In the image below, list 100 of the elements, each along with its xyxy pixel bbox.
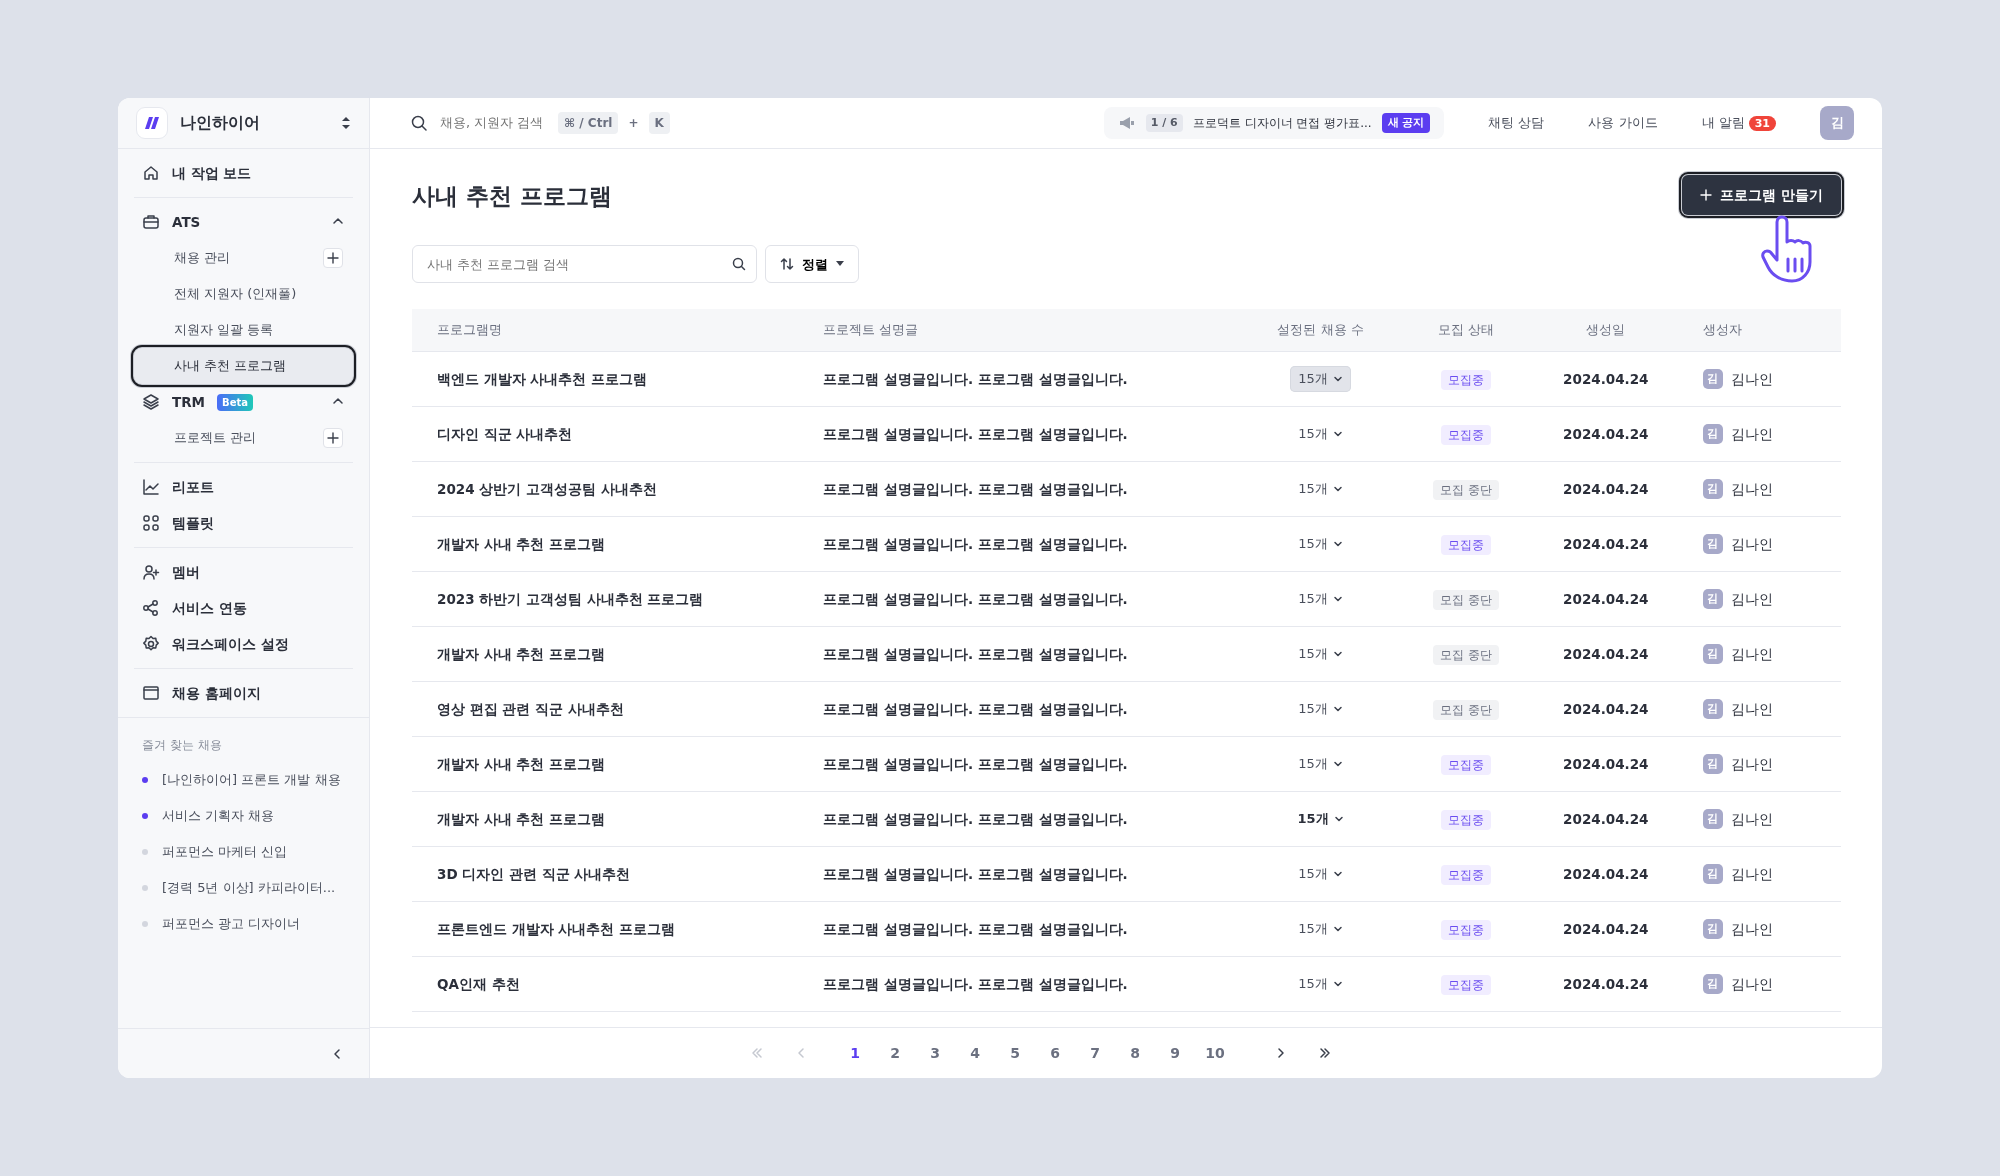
creator-name: 김나인 [1730,864,1773,884]
sort-updown-icon [341,116,351,130]
nav-label: 멤버 [172,562,200,582]
nav-subitem[interactable]: 지원자 일괄 등록 [174,320,274,340]
sort-button[interactable]: 정렬 [765,245,859,284]
count-dropdown[interactable]: 15개 [1289,806,1352,832]
new-notice-tag: 새 공지 [1381,113,1431,133]
add-button[interactable] [323,428,343,448]
double-chevron-right-icon [1318,1046,1332,1060]
nav-label: 채용 홈페이지 [172,683,261,703]
creator-name: 김나인 [1730,699,1773,719]
count-dropdown[interactable]: 15개 [1290,531,1351,557]
page-button[interactable]: 1 [837,1037,873,1069]
program-name-cell: 3D 디자인 관련 직군 사내추천 [412,846,823,902]
status-tag: 모집중 [1440,974,1491,995]
count-dropdown[interactable]: 15개 [1290,586,1351,612]
count-dropdown[interactable]: 15개 [1290,861,1351,887]
page-button[interactable]: 10 [1197,1037,1233,1069]
program-name-cell: 영상 편집 관련 직군 사내추천 [412,681,823,737]
page-button[interactable]: 8 [1117,1037,1153,1069]
status-tag: 모집 중단 [1432,589,1499,610]
creator-avatar: 김 [1702,973,1723,994]
creator-name: 김나인 [1730,644,1773,664]
creator-avatar: 김 [1702,863,1723,884]
description-cell: 프로그램 설명글입니다. 프로그램 설명글입니다. [822,846,1241,902]
favorite-link[interactable]: 서비스 기획자 채용 [162,806,275,826]
program-search-field[interactable]: 사내 추천 프로그램 검색 [412,245,757,284]
page-button[interactable]: 4 [957,1037,993,1069]
plus-icon [327,432,339,444]
creator-avatar: 김 [1702,918,1723,939]
logo-icon [136,107,168,139]
notice-counter: 1 / 6 [1145,113,1183,133]
settings-icon [142,635,160,653]
favorite-link[interactable]: 퍼포먼스 마케터 신입 [162,842,288,862]
column-header: 생성자 [1680,309,1841,352]
count-dropdown[interactable]: 15개 [1290,751,1351,777]
creator-name: 김나인 [1730,754,1773,774]
description-cell: 프로그램 설명글입니다. 프로그램 설명글입니다. [822,516,1241,572]
description-cell: 프로그램 설명글입니다. 프로그램 설명글입니다. [822,571,1241,627]
count-dropdown[interactable]: 15개 [1290,971,1351,997]
description-cell: 프로그램 설명글입니다. 프로그램 설명글입니다. [822,681,1241,737]
count-dropdown[interactable]: 15개 [1290,421,1351,447]
page-button[interactable]: 7 [1077,1037,1113,1069]
sort-arrows-icon [780,257,794,272]
line-chart-icon [142,478,160,496]
page-button[interactable]: 3 [917,1037,953,1069]
status-tag: 모집 중단 [1432,479,1499,500]
top-link[interactable]: 채팅 상담 [1488,113,1545,133]
nav-subitem[interactable]: 채용 관리 [174,248,231,268]
nav-subitem[interactable]: 전체 지원자 (인재풀) [174,284,297,304]
count-dropdown[interactable]: 15개 [1290,476,1351,502]
home-icon [142,164,160,182]
share-icon [142,599,160,617]
creator-name: 김나인 [1730,534,1773,554]
search-icon [732,257,746,272]
nav-subitem[interactable]: 프로젝트 관리 [174,428,257,448]
program-name-cell: 개발자 사내 추천 프로그램 [412,516,823,572]
creator-name: 김나인 [1730,424,1773,444]
briefcase-icon [142,213,160,231]
workspace-name: 나인하이어 [180,112,260,134]
date-cell: 2024.04.24 [1530,626,1681,682]
search-input[interactable]: 사내 추천 프로그램 검색 [425,253,732,275]
page-button[interactable]: 6 [1037,1037,1073,1069]
description-cell: 프로그램 설명글입니다. 프로그램 설명글입니다. [822,351,1241,407]
count-dropdown[interactable]: 15개 [1290,916,1351,942]
nav-label: ATS [172,212,201,232]
nav-subitem-label: 사내 추천 프로그램 [174,357,287,376]
add-button[interactable] [323,248,343,268]
creator-name: 김나인 [1730,479,1773,499]
date-cell: 2024.04.24 [1530,846,1681,902]
page-button[interactable]: 9 [1157,1037,1193,1069]
creator-name: 김나인 [1730,589,1773,609]
section-heading: 즐겨 찾는 채용 [141,737,223,754]
date-cell: 2024.04.24 [1530,901,1681,957]
date-cell: 2024.04.24 [1530,461,1681,517]
column-header: 모집 상태 [1400,309,1531,352]
megaphone-icon [1117,115,1136,131]
alerts-link[interactable]: 내 알림 [1701,115,1745,131]
top-link[interactable]: 사용 가이드 [1588,113,1658,133]
favorite-link[interactable]: 퍼포먼스 광고 디자이너 [162,914,301,934]
status-tag: 모집 중단 [1432,699,1499,720]
count-dropdown[interactable]: 15개 [1290,366,1351,392]
column-header: 생성일 [1530,309,1681,352]
user-plus-icon [142,563,160,581]
date-cell: 2024.04.24 [1530,736,1681,792]
page-button[interactable]: 5 [997,1037,1033,1069]
count-dropdown[interactable]: 15개 [1290,696,1351,722]
favorite-link[interactable]: [경력 5년 이상] 카피라이터... [162,878,336,898]
description-cell: 프로그램 설명글입니다. 프로그램 설명글입니다. [822,956,1241,1012]
favorite-link[interactable]: [나인하이어] 프론트 개발 채용 [162,770,341,790]
program-name-cell: QA인재 추천 [412,956,823,1012]
global-search-field[interactable]: 채용, 지원자 검색 [438,112,548,134]
shortcut-key: ⌘ / Ctrl [558,112,619,134]
program-name-cell: 프론트엔드 개발자 사내추천 프로그램 [412,901,823,957]
count-dropdown[interactable]: 15개 [1290,641,1351,667]
page-button[interactable]: 2 [877,1037,913,1069]
column-header: 프로젝트 설명글 [822,309,1241,352]
notice-bar[interactable]: 1 / 6 프로덕트 디자이너 면접 평가표... 새 공지 [1103,107,1445,139]
nav-label: TRM [172,392,206,412]
notice-text: 프로덕트 디자이너 면접 평가표... [1192,115,1372,132]
